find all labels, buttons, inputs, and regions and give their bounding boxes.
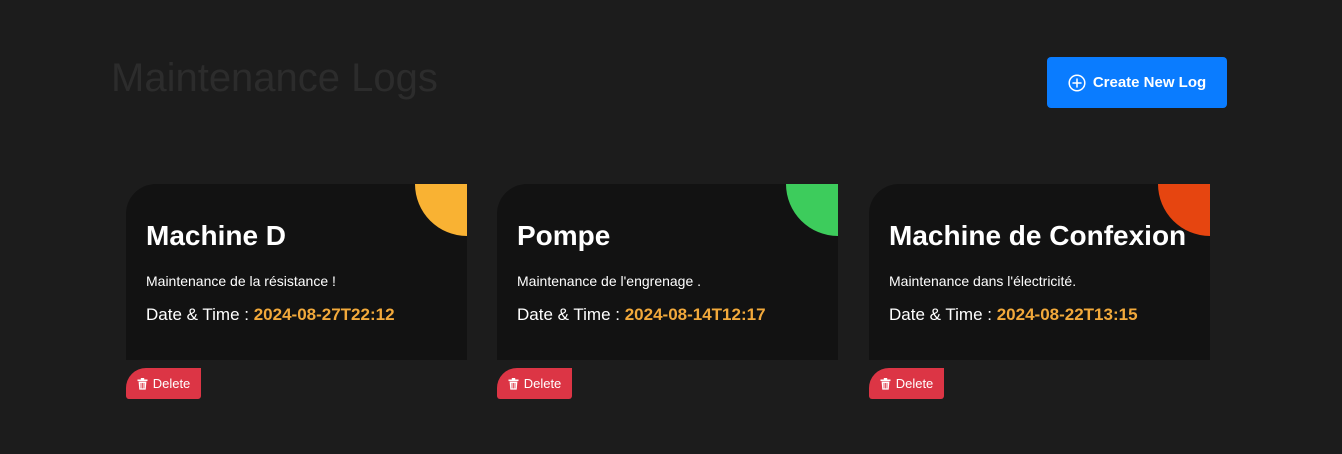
plus-circle-icon [1068, 73, 1086, 92]
date-label: Date & Time : [517, 305, 620, 324]
delete-button[interactable]: Delete [126, 368, 201, 399]
log-description: Maintenance de l'engrenage . [517, 273, 702, 289]
delete-label: Delete [895, 376, 934, 391]
log-card: Pompe Maintenance de l'engrenage . Date … [497, 184, 838, 360]
delete-button[interactable]: Delete [497, 368, 572, 399]
date-value: 2024-08-14T12:17 [624, 305, 766, 324]
delete-button[interactable]: Delete [869, 368, 944, 399]
status-corner [786, 184, 838, 236]
create-new-log-label: Create New Log [1092, 74, 1207, 91]
log-datetime-row: Date & Time : 2024-08-22T13:15 [889, 304, 1138, 326]
create-new-log-button[interactable]: Create New Log [1047, 57, 1227, 108]
date-value: 2024-08-27T22:12 [253, 305, 395, 324]
delete-label: Delete [523, 376, 562, 391]
log-card: Machine de Confexion Maintenance dans l'… [869, 184, 1210, 360]
maintenance-logs-page: Maintenance Logs Create New Log Machine … [0, 0, 1342, 454]
log-description: Maintenance de la résistance ! [146, 273, 336, 289]
log-datetime-row: Date & Time : 2024-08-14T12:17 [517, 304, 766, 326]
trash-icon [508, 377, 519, 390]
trash-icon [137, 377, 148, 390]
date-label: Date & Time : [889, 305, 992, 324]
machine-name: Machine D [146, 220, 287, 251]
log-description: Maintenance dans l'électricité. [889, 273, 1077, 289]
machine-name: Pompe [517, 220, 611, 251]
date-label: Date & Time : [146, 305, 249, 324]
date-value: 2024-08-22T13:15 [996, 305, 1138, 324]
trash-icon [880, 377, 891, 390]
machine-name: Machine de Confexion [889, 220, 1187, 251]
log-datetime-row: Date & Time : 2024-08-27T22:12 [146, 304, 395, 326]
status-corner [415, 184, 467, 236]
log-card: Machine D Maintenance de la résistance !… [126, 184, 467, 360]
page-title: Maintenance Logs [111, 56, 438, 100]
delete-label: Delete [152, 376, 191, 391]
